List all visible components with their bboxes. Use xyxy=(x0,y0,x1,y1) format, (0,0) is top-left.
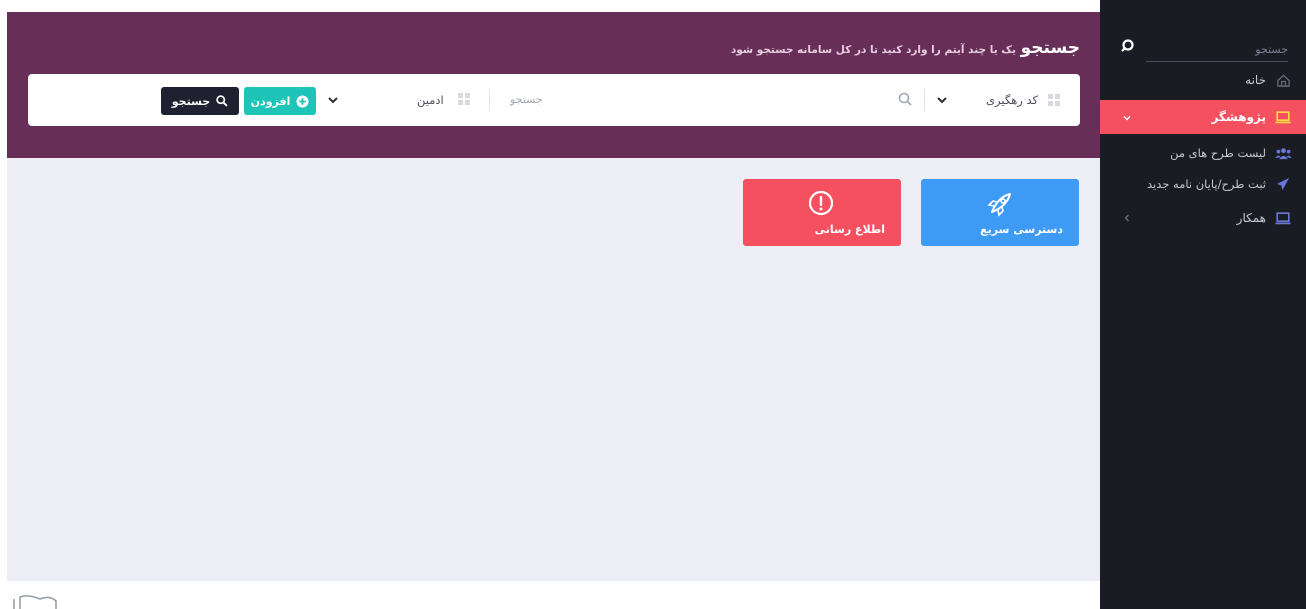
sidebar-item-label: ثبت طرح/پایان نامه جدید xyxy=(1147,177,1266,191)
notification-card[interactable]: اطلاع رسانی xyxy=(743,179,901,246)
sidebar-item-colleague[interactable]: همکار xyxy=(1100,203,1306,233)
sidebar-item-label: لیست طرح های من xyxy=(1170,146,1266,160)
add-button[interactable]: افزودن xyxy=(244,87,316,115)
search-header: جستجو یک یا چند آیتم را وارد کنید تا در … xyxy=(7,12,1100,158)
sidebar-item-label: پژوهشگر xyxy=(1211,110,1266,124)
laptop-icon xyxy=(1274,209,1292,227)
rocket-icon xyxy=(987,193,1011,217)
plus-circle-icon xyxy=(296,94,309,108)
paper-plane-icon xyxy=(1274,175,1292,193)
home-icon xyxy=(1274,71,1292,89)
sidebar-item-home[interactable]: خانه xyxy=(1100,65,1306,95)
quick-access-label: دسترسی سریع xyxy=(980,223,1063,236)
search-icon[interactable] xyxy=(898,92,912,106)
sidebar: خانه پژوهشگر لیست طرح های من ثبت طرح/پای… xyxy=(1100,0,1306,609)
dashboard-content: دسترسی سریع اطلاع رسانی xyxy=(7,158,1100,581)
sidebar-search xyxy=(1110,30,1296,62)
divider xyxy=(489,89,490,111)
laptop-icon xyxy=(1274,108,1292,126)
sidebar-item-my-projects[interactable]: لیست طرح های من xyxy=(1100,138,1306,168)
sidebar-item-researcher[interactable]: پژوهشگر xyxy=(1100,100,1306,134)
admin-select[interactable]: ادمین xyxy=(417,93,444,107)
page-title: جستجو xyxy=(1020,38,1080,58)
divider xyxy=(924,89,925,111)
add-button-label: افزودن xyxy=(250,94,291,108)
brand-logo xyxy=(13,595,57,609)
grid-icon xyxy=(458,93,470,105)
grid-icon xyxy=(1048,94,1060,106)
search-icon[interactable] xyxy=(1120,38,1136,54)
page-subtitle: یک یا چند آیتم را وارد کنید تا در کل سام… xyxy=(730,44,1016,56)
chevron-down-icon[interactable] xyxy=(936,94,948,106)
sidebar-search-input[interactable] xyxy=(1146,38,1288,62)
chevron-down-icon xyxy=(1123,116,1131,121)
quick-access-card[interactable]: دسترسی سریع xyxy=(921,179,1079,246)
users-icon xyxy=(1274,144,1292,162)
chevron-left-icon xyxy=(1124,214,1129,222)
notification-label: اطلاع رسانی xyxy=(814,223,885,236)
search-button[interactable]: جستجو xyxy=(161,87,239,115)
alert-circle-icon xyxy=(808,190,834,216)
sidebar-item-label: خانه xyxy=(1245,73,1266,87)
search-input[interactable]: جستجو xyxy=(510,93,543,106)
chevron-down-icon[interactable] xyxy=(327,94,339,106)
sidebar-item-label: همکار xyxy=(1236,211,1266,225)
tracking-code-select[interactable]: کد رهگیری xyxy=(986,93,1038,107)
search-bar: کد رهگیری جستجو ادمین افزودن جستجو xyxy=(28,74,1080,126)
search-button-label: جستجو xyxy=(171,94,211,108)
search-icon xyxy=(216,95,228,107)
sidebar-item-new-project[interactable]: ثبت طرح/پایان نامه جدید xyxy=(1100,169,1306,199)
